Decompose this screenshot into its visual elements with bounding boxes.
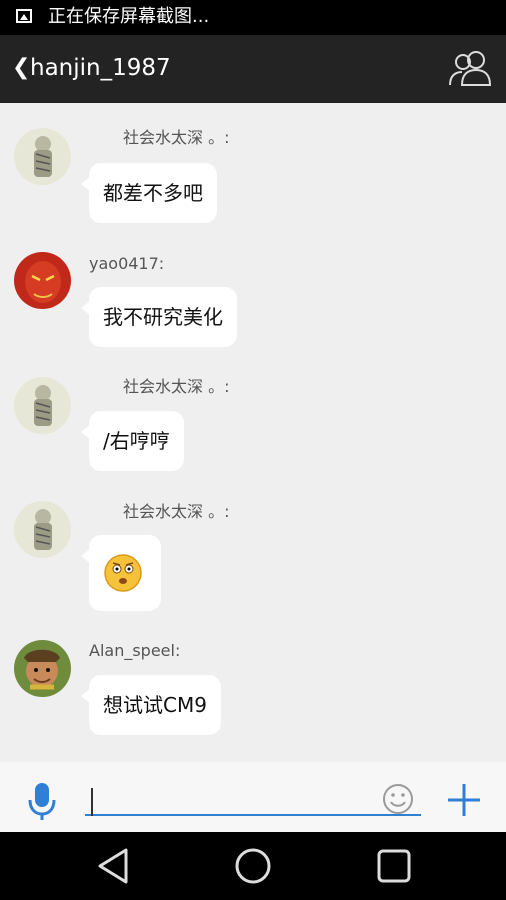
sender-name: 社会水太深 。: bbox=[123, 128, 230, 147]
avatar[interactable] bbox=[14, 501, 71, 558]
sender-name: 社会水太深 。: bbox=[123, 377, 230, 396]
message-bubble[interactable]: 我不研究美化 bbox=[81, 287, 237, 347]
avatar[interactable] bbox=[14, 377, 71, 434]
input-bar bbox=[0, 762, 506, 832]
chat-title[interactable]: hanjin_1987 bbox=[30, 54, 171, 82]
status-text: 正在保存屏幕截图... bbox=[48, 6, 210, 27]
avatar[interactable] bbox=[14, 128, 71, 185]
message-bubble[interactable]: 都差不多吧 bbox=[81, 163, 217, 223]
sender-name: yao0417: bbox=[89, 254, 165, 273]
smiley-icon[interactable] bbox=[382, 783, 414, 815]
message-text: 想试试CM9 bbox=[103, 693, 207, 717]
message-bubble[interactable] bbox=[81, 535, 161, 611]
system-nav-bar bbox=[0, 832, 506, 900]
message-bubble[interactable]: 想试试CM9 bbox=[81, 675, 221, 735]
microphone-icon[interactable] bbox=[26, 782, 58, 822]
sender-name: 社会水太深 。: bbox=[123, 502, 230, 521]
status-bar: 正在保存屏幕截图... bbox=[0, 0, 506, 35]
message-input[interactable] bbox=[85, 778, 421, 816]
recent-square-icon[interactable] bbox=[376, 848, 412, 884]
text-caret bbox=[91, 788, 93, 816]
avatar[interactable] bbox=[14, 640, 71, 697]
group-icon[interactable] bbox=[448, 49, 492, 87]
message-bubble[interactable]: /右哼哼 bbox=[81, 411, 184, 471]
back-triangle-icon[interactable] bbox=[96, 846, 132, 886]
avatar[interactable] bbox=[14, 252, 71, 309]
chevron-left-icon[interactable]: ❮ bbox=[12, 56, 30, 80]
message-list[interactable]: 社会水太深 。: 都差不多吧 yao0417: 我不研究美化 社会水太深 。: … bbox=[0, 103, 506, 762]
message-text: 都差不多吧 bbox=[103, 181, 203, 205]
image-icon bbox=[16, 9, 32, 23]
plus-icon[interactable] bbox=[446, 782, 482, 818]
sender-name: Alan_speel: bbox=[89, 641, 181, 660]
message-text: /右哼哼 bbox=[103, 429, 170, 453]
title-bar: ❮ hanjin_1987 bbox=[0, 35, 506, 103]
confused-face-emoji bbox=[104, 554, 142, 592]
home-circle-icon[interactable] bbox=[234, 847, 272, 885]
message-text: 我不研究美化 bbox=[103, 305, 223, 329]
